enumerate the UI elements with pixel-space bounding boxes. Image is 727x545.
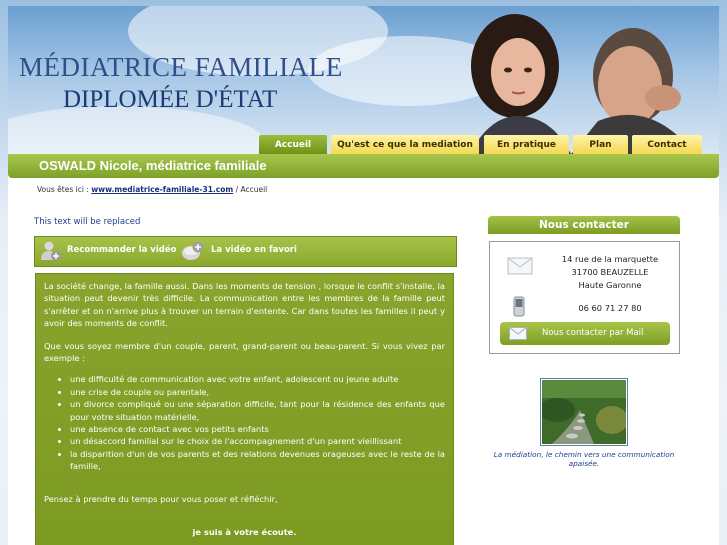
list-item: une absence de contact avec vos petits e… <box>70 423 445 435</box>
garden-path-image <box>539 380 628 444</box>
nav-item-mediation[interactable]: Qu'est ce que la mediation <box>331 135 479 155</box>
closing-paragraph: Pensez à prendre du temps pour vous pose… <box>44 493 278 504</box>
mail-icon <box>509 327 527 340</box>
favorite-add-icon[interactable] <box>181 240 205 262</box>
list-item: un désaccord familial sur le choix de l'… <box>70 435 445 447</box>
breadcrumb-current: Accueil <box>240 185 268 194</box>
list-item: une crise de couple ou parentale, <box>70 386 445 398</box>
contact-box: 14 rue de la marquette 31700 BEAUZELLE H… <box>489 241 680 354</box>
breadcrumb-prefix: Vous êtes ici : <box>37 185 92 194</box>
title-banner: OSWALD Nicole, médiatrice familiale <box>8 154 719 178</box>
breadcrumb-home-link[interactable]: www.mediatrice-familiale-31.com <box>91 185 233 194</box>
contact-heading: Nous contacter <box>488 216 680 234</box>
listening-statement: je suis à votre écoute. <box>192 527 297 538</box>
site-title: MÉDIATRICE FAMILIALE <box>19 52 343 82</box>
photo-caption: La médiation, le chemin vers une communi… <box>493 450 675 468</box>
nav-item-en-pratique[interactable]: En pratique <box>484 135 569 155</box>
favorite-video-link[interactable]: La vidéo en favori <box>211 245 297 255</box>
page-title: OSWALD Nicole, médiatrice familiale <box>39 158 267 173</box>
mobile-phone-icon <box>513 296 525 317</box>
address-street: 14 rue de la marquette <box>561 254 659 264</box>
site-subtitle: DIPLOMÉE D'ÉTAT <box>63 86 278 113</box>
recommend-video-link[interactable]: Recommander la vidéo <box>67 245 176 255</box>
phone-number: 06 60 71 27 80 <box>578 303 642 313</box>
mail-button-label: Nous contacter par Mail <box>542 328 644 338</box>
address-region: Haute Garonne <box>578 280 642 290</box>
envelope-icon <box>507 257 533 275</box>
nav-item-plan[interactable]: Plan <box>573 135 628 155</box>
breadcrumb: Vous êtes ici : www.mediatrice-familiale… <box>37 185 267 194</box>
address-city: 31700 BEAUZELLE <box>571 267 649 277</box>
add-user-icon[interactable] <box>40 240 62 262</box>
intro-paragraph-2: Que vous soyez membre d'un couple, paren… <box>44 340 445 364</box>
contact-by-mail-button[interactable]: Nous contacter par Mail <box>500 322 670 345</box>
page: MÉDIATRICE FAMILIALE DIPLOMÉE D'ÉTAT Acc… <box>8 6 719 545</box>
list-item: la disparition d'un de vos parents et de… <box>70 448 445 473</box>
list-item: un divorce compliqué ou une séparation d… <box>70 398 445 423</box>
intro-paragraph: La société change, la famille aussi. Dan… <box>44 281 445 329</box>
site-header: MÉDIATRICE FAMILIALE DIPLOMÉE D'ÉTAT Acc… <box>8 6 719 158</box>
video-placeholder-text: This text will be replaced <box>34 217 141 227</box>
main-content: La société change, la famille aussi. Dan… <box>35 273 454 545</box>
video-action-bar: Recommander la vidéo La vidéo en favori <box>34 236 457 267</box>
list-item: une difficulté de communication avec vot… <box>70 373 445 385</box>
situations-list: une difficulté de communication avec vot… <box>44 373 445 472</box>
garden-path-photo <box>539 378 628 446</box>
nav-item-contact[interactable]: Contact <box>632 135 702 155</box>
nav-item-accueil[interactable]: Accueil <box>259 135 327 155</box>
